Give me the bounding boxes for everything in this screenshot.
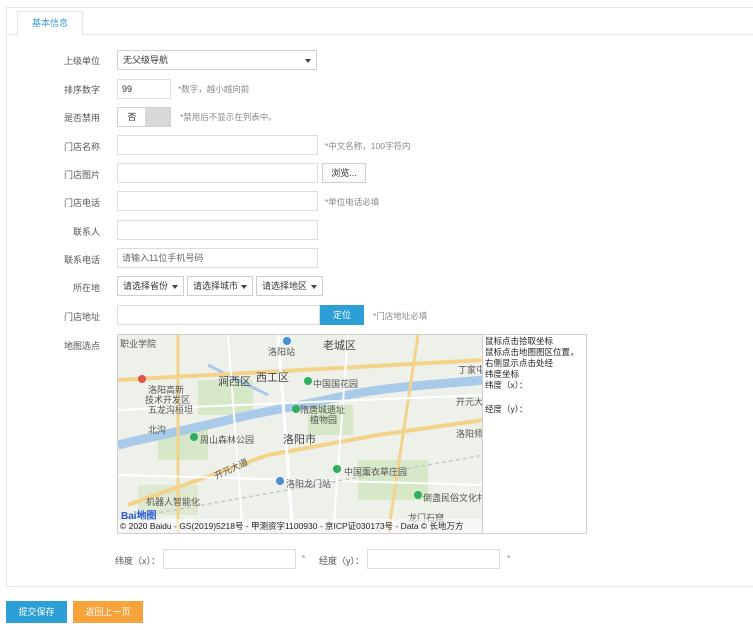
map-label: 倒盏民俗文化村 — [423, 493, 483, 503]
map-label: 中国薰衣草庄园 — [344, 467, 408, 477]
address-hint: *门店地址必填 — [373, 311, 428, 321]
map-pick-label: 地图选点 — [63, 341, 100, 351]
sort-input[interactable]: 99 — [117, 79, 171, 99]
info-line: 纬度坐标 — [485, 369, 520, 379]
map-copyright: © 2020 Baidu - GS(2019)5218号 - 甲测资字11009… — [118, 519, 482, 533]
back-button[interactable]: 返回上一页 — [73, 601, 143, 623]
map-label: 中国国花园 — [313, 379, 359, 389]
disabled-label: 是否禁用 — [63, 113, 100, 123]
map-label: 周山森林公园 — [200, 435, 255, 445]
chevron-down-icon — [311, 285, 317, 289]
province-select[interactable]: 请选择省份 — [117, 276, 184, 296]
longitude-label: 经度（y）： — [318, 556, 364, 566]
map-label: 老城区 — [323, 340, 356, 352]
store-name-hint: *中文名称，100字符内 — [325, 141, 411, 151]
map-poi-icon — [276, 477, 284, 485]
chevron-down-icon — [241, 285, 247, 289]
latitude-label: 纬度（x）： — [114, 556, 160, 566]
map-label: 植物园 — [310, 415, 338, 425]
disabled-toggle[interactable]: 否 — [117, 107, 171, 127]
latitude-input[interactable] — [163, 549, 296, 569]
address-label: 门店地址 — [63, 312, 100, 322]
map-poi-icon — [190, 433, 198, 441]
parent-select-value: 无父级导航 — [123, 55, 169, 65]
parent-select[interactable]: 无父级导航 — [117, 50, 317, 70]
locate-button[interactable]: 定位 — [320, 305, 364, 325]
map-poi-icon — [304, 377, 312, 385]
submit-button[interactable]: 提交保存 — [6, 601, 67, 623]
map-poi-icon — [414, 491, 422, 499]
disabled-toggle-text: 否 — [127, 112, 137, 122]
map-label: 洛阳师 — [456, 429, 483, 439]
longitude-required-star: * — [507, 553, 511, 563]
district-select-value: 请选择地区 — [262, 281, 308, 291]
toggle-knob — [145, 108, 170, 126]
chevron-down-icon — [172, 285, 178, 289]
map-label: 开元大 — [456, 397, 483, 407]
store-image-input[interactable] — [117, 163, 318, 183]
map-label: 职业学院 — [120, 339, 157, 349]
contact-phone-label: 联系电话 — [63, 255, 100, 265]
contact-label: 联系人 — [72, 227, 100, 237]
info-line: 鼠标点击拾取坐标 — [485, 336, 554, 346]
tab-bar: 基本信息 — [7, 8, 753, 36]
map-label: 洛阳龙门站 — [286, 479, 332, 489]
longitude-input[interactable] — [367, 549, 500, 569]
map-label: 丁家屯 — [458, 365, 483, 375]
store-phone-label: 门店电话 — [63, 198, 100, 208]
contact-input[interactable] — [117, 220, 318, 240]
map-label: 洛阳市 — [283, 434, 316, 446]
district-select[interactable]: 请选择地区 — [256, 276, 323, 296]
sort-hint: *数字，越小越向前 — [178, 84, 250, 94]
map-label: 洛阳站 — [268, 347, 296, 357]
map-label: 五龙沟桓坦 — [148, 405, 194, 415]
store-name-label: 门店名称 — [63, 142, 100, 152]
map-label: 北沟 — [148, 425, 167, 435]
map-label: 涧西区 — [218, 376, 251, 388]
province-select-value: 请选择省份 — [123, 281, 169, 291]
map-label: 西工区 — [256, 372, 289, 384]
store-phone-input[interactable] — [117, 191, 318, 211]
info-line: 鼠标点击地图图区位置，右侧显示点击处经 — [485, 347, 579, 368]
map-poi-icon — [283, 337, 291, 345]
coordinate-info-panel: 鼠标点击拾取坐标 鼠标点击地图图区位置，右侧显示点击处经 纬度坐标 纬度（x）：… — [483, 334, 587, 534]
store-image-label: 门店图片 — [63, 170, 100, 180]
disabled-hint: *禁用后不显示在列表中。 — [180, 112, 277, 122]
info-line: 经度（y）： — [485, 404, 528, 414]
parent-label: 上级单位 — [63, 56, 100, 66]
location-label: 所在地 — [72, 283, 100, 293]
map-poi-icon — [333, 465, 341, 473]
info-line: 纬度（x）： — [485, 380, 528, 390]
city-select-value: 请选择城市 — [193, 281, 239, 291]
store-phone-hint: *单位电话必填 — [325, 197, 380, 207]
contact-phone-input[interactable]: 请输入11位手机号码 — [117, 248, 318, 268]
browse-button[interactable]: 浏览... — [322, 163, 366, 183]
map-poi-icon — [292, 405, 300, 413]
map-widget[interactable]: 职业学院 洛阳站 老城区 洛阳高新 技术开发区 五龙沟桓坦 涧西区 西工区 中国… — [117, 334, 483, 534]
tab-basic-info[interactable]: 基本信息 — [17, 11, 83, 36]
chevron-down-icon — [305, 59, 311, 63]
city-select[interactable]: 请选择城市 — [187, 276, 253, 296]
address-input[interactable] — [117, 305, 320, 325]
sort-label: 排序数字 — [63, 85, 100, 95]
store-name-input[interactable] — [117, 135, 318, 155]
map-poi-icon — [138, 375, 146, 383]
